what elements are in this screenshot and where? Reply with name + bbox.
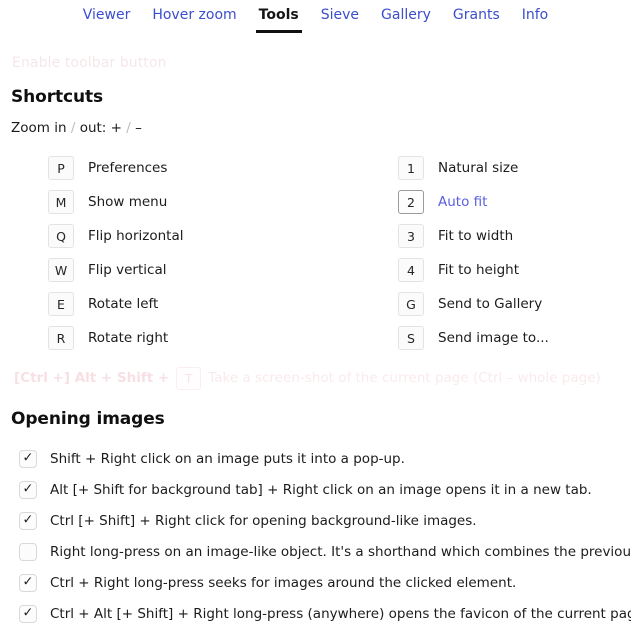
checkbox-label-ctrl-right-click: Ctrl [+ Shift] + Right click for opening…	[50, 512, 477, 529]
shortcut-label-natural-size: Natural size	[438, 160, 519, 176]
shortcut-row-rotate-right[interactable]: R Rotate right	[48, 321, 183, 355]
list-item[interactable]: ✓ Ctrl + Right long-press seeks for imag…	[8, 567, 623, 598]
shortcut-label-fit-to-width: Fit to width	[438, 228, 514, 244]
check-icon: ✓	[22, 605, 34, 621]
main-nav: Viewer Hover zoom Tools Sieve Gallery Gr…	[0, 0, 631, 38]
keycap-3[interactable]: 3	[398, 224, 424, 248]
keycap-1[interactable]: 1	[398, 156, 424, 180]
shortcut-row-screenshot-disabled: [Ctrl +] Alt + Shift + T Take a screen-s…	[14, 365, 623, 391]
keycap-q[interactable]: Q	[48, 224, 74, 248]
shortcut-row-flip-horizontal[interactable]: Q Flip horizontal	[48, 219, 183, 253]
shortcut-row-auto-fit[interactable]: 2 Auto fit	[398, 185, 549, 219]
keycap-r[interactable]: R	[48, 326, 74, 350]
shortcut-label-preferences: Preferences	[88, 160, 168, 176]
screenshot-modifiers: [Ctrl +] Alt + Shift +	[14, 370, 170, 386]
shortcut-row-send-image-to[interactable]: S Send image to...	[398, 321, 549, 355]
shortcut-label-rotate-left: Rotate left	[88, 296, 159, 312]
nav-item-tools[interactable]: Tools	[255, 6, 302, 33]
checkbox-shift-right-click[interactable]: ✓	[19, 449, 37, 468]
keycap-e[interactable]: E	[48, 292, 74, 316]
checkbox-alt-right-click[interactable]: ✓	[19, 480, 37, 499]
nav-item-sieve[interactable]: Sieve	[321, 6, 359, 24]
keycap-w[interactable]: W	[48, 258, 74, 282]
list-item[interactable]: ✓ Ctrl [+ Shift] + Right click for openi…	[8, 505, 623, 536]
shortcut-row-show-menu[interactable]: M Show menu	[48, 185, 183, 219]
check-icon: ✓	[22, 450, 34, 466]
shortcut-label-send-image-to: Send image to...	[438, 330, 549, 346]
checkbox-label-right-long-press: Right long-press on an image-like object…	[50, 543, 631, 560]
shortcut-label-send-to-gallery: Send to Gallery	[438, 296, 543, 312]
nav-item-hover-zoom[interactable]: Hover zoom	[152, 6, 236, 24]
check-icon: ✓	[22, 574, 34, 590]
check-icon: ✓	[22, 512, 34, 528]
shortcut-row-send-to-gallery[interactable]: G Send to Gallery	[398, 287, 549, 321]
shortcut-row-rotate-left[interactable]: E Rotate left	[48, 287, 183, 321]
zoom-in-out-line: Zoom in / out: + / –	[11, 120, 623, 136]
shortcuts-right-column: 1 Natural size 2 Auto fit 3 Fit to width…	[398, 151, 549, 355]
checkbox-ctrl-alt-right-long-press[interactable]: ✓	[19, 604, 37, 623]
opening-images-heading: Opening images	[11, 409, 165, 429]
shortcuts-grid: P Preferences M Show menu Q Flip horizon…	[8, 151, 623, 350]
checkbox-right-long-press[interactable]	[19, 542, 37, 561]
checkbox-label-ctrl-alt-right-long-press: Ctrl + Alt [+ Shift] + Right long-press …	[50, 605, 631, 622]
nav-item-grants[interactable]: Grants	[453, 6, 500, 24]
checkbox-ctrl-right-click[interactable]: ✓	[19, 511, 37, 530]
page-content: Enable toolbar button Shortcuts Zoom in …	[0, 53, 631, 629]
shortcut-row-preferences[interactable]: P Preferences	[48, 151, 183, 185]
shortcut-row-natural-size[interactable]: 1 Natural size	[398, 151, 549, 185]
shortcut-label-auto-fit: Auto fit	[438, 194, 488, 210]
zoom-line-part3: –	[135, 120, 142, 136]
shortcuts-heading: Shortcuts	[11, 87, 104, 107]
keycap-m[interactable]: M	[48, 190, 74, 214]
list-item[interactable]: ✓ Alt [+ Shift for background tab] + Rig…	[8, 474, 623, 505]
check-icon: ✓	[22, 481, 34, 497]
zoom-line-sep1: /	[70, 120, 76, 136]
shortcut-label-rotate-right: Rotate right	[88, 330, 169, 346]
shortcut-row-flip-vertical[interactable]: W Flip vertical	[48, 253, 183, 287]
shortcut-row-fit-to-height[interactable]: 4 Fit to height	[398, 253, 549, 287]
screenshot-description: Take a screen-shot of the current page (…	[208, 370, 601, 386]
zoom-line-part2: out: +	[79, 120, 122, 136]
zoom-line-part1: Zoom in	[11, 120, 67, 136]
list-item[interactable]: ✓ Ctrl + Alt [+ Shift] + Right long-pres…	[8, 598, 631, 629]
checkbox-label-alt-right-click: Alt [+ Shift for background tab] + Right…	[50, 481, 592, 498]
nav-item-info[interactable]: Info	[522, 6, 549, 24]
shortcut-label-flip-vertical: Flip vertical	[88, 262, 167, 278]
keycap-g[interactable]: G	[398, 292, 424, 316]
keycap-t: T	[176, 366, 202, 390]
nav-item-viewer[interactable]: Viewer	[83, 6, 131, 24]
shortcut-label-show-menu: Show menu	[88, 194, 168, 210]
list-item[interactable]: ✓ Shift + Right click on an image puts i…	[8, 443, 623, 474]
keycap-2[interactable]: 2	[398, 190, 424, 214]
checkbox-ctrl-right-long-press[interactable]: ✓	[19, 573, 37, 592]
checkbox-label-shift-right-click: Shift + Right click on an image puts it …	[50, 450, 405, 467]
shortcuts-left-column: P Preferences M Show menu Q Flip horizon…	[48, 151, 183, 355]
keycap-4[interactable]: 4	[398, 258, 424, 282]
list-item[interactable]: Right long-press on an image-like object…	[8, 536, 631, 567]
zoom-line-sep2: /	[126, 120, 131, 136]
shortcut-label-fit-to-height: Fit to height	[438, 262, 519, 278]
keycap-s[interactable]: S	[398, 326, 424, 350]
shortcut-row-fit-to-width[interactable]: 3 Fit to width	[398, 219, 549, 253]
nav-item-gallery[interactable]: Gallery	[381, 6, 431, 24]
enable-toolbar-button-notice: Enable toolbar button	[12, 55, 167, 71]
opening-images-list: ✓ Shift + Right click on an image puts i…	[8, 443, 631, 629]
shortcut-label-flip-horizontal: Flip horizontal	[88, 228, 184, 244]
checkbox-label-ctrl-right-long-press: Ctrl + Right long-press seeks for images…	[50, 574, 517, 591]
keycap-p[interactable]: P	[48, 156, 74, 180]
